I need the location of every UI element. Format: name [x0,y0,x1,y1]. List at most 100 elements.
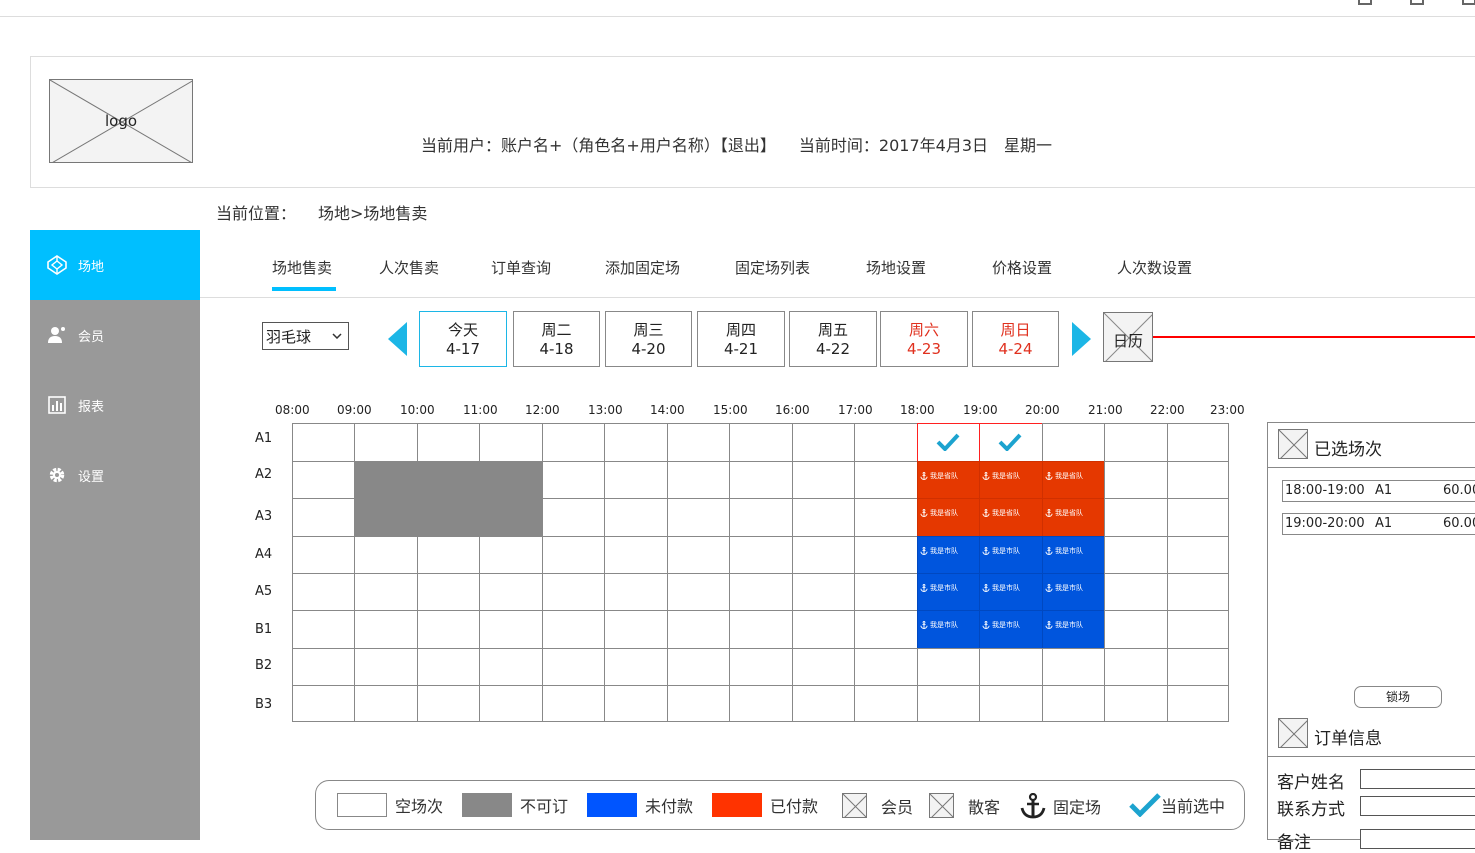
court-slot[interactable] [1042,685,1105,722]
court-slot[interactable] [417,685,480,722]
court-slot[interactable] [604,685,668,722]
court-slot[interactable] [542,498,605,537]
court-slot[interactable] [292,498,355,537]
court-slot[interactable]: 我是市队 [1042,610,1105,649]
court-slot[interactable] [729,685,793,722]
court-slot[interactable] [479,423,543,462]
court-slot[interactable] [729,610,793,649]
court-slot[interactable] [604,536,668,574]
court-slot[interactable] [479,685,543,722]
court-slot[interactable] [854,461,918,499]
court-slot[interactable] [479,536,543,574]
court-slot[interactable] [417,648,480,686]
court-slot[interactable] [792,536,855,574]
court-slot[interactable] [292,610,355,649]
court-slot[interactable] [792,498,855,537]
court-slot[interactable] [854,573,918,611]
court-slot[interactable]: 我是市队 [979,573,1043,611]
court-slot[interactable] [354,536,418,574]
court-slot[interactable] [917,648,980,686]
court-slot[interactable]: 我是市队 [917,536,980,574]
court-slot[interactable] [667,573,730,611]
selected-row[interactable]: 19:00-20:00 A1 60.00 [1282,513,1475,535]
court-slot[interactable]: 我是市队 [917,610,980,649]
court-slot[interactable] [1167,573,1229,611]
court-slot[interactable] [479,648,543,686]
court-slot[interactable] [604,423,668,462]
window-close-icon[interactable] [1462,0,1475,5]
court-slot[interactable] [1104,461,1168,499]
court-slot[interactable] [354,648,418,686]
court-slot[interactable] [1104,648,1168,686]
court-slot[interactable] [604,610,668,649]
court-slot[interactable] [417,423,480,462]
court-slot[interactable] [667,536,730,574]
court-slot[interactable] [417,573,480,611]
court-slot[interactable] [792,573,855,611]
court-slot[interactable] [1167,536,1229,574]
court-slot[interactable] [354,685,418,722]
court-slot[interactable] [854,610,918,649]
court-slot[interactable]: 我是市队 [917,573,980,611]
court-slot[interactable] [1167,685,1229,722]
court-slot[interactable] [792,610,855,649]
court-slot[interactable] [979,648,1043,686]
court-slot[interactable] [792,685,855,722]
court-slot[interactable] [1167,498,1229,537]
court-slot[interactable] [542,536,605,574]
court-slot[interactable] [792,461,855,499]
court-slot[interactable] [667,498,730,537]
court-slot[interactable] [854,685,918,722]
court-slot[interactable] [604,648,668,686]
court-slot[interactable] [604,461,668,499]
selected-row[interactable]: 18:00-19:00 A1 60.00 [1282,480,1475,502]
court-slot[interactable] [792,423,855,462]
court-slot[interactable] [1167,648,1229,686]
court-slot[interactable] [1042,423,1105,462]
court-slot[interactable] [1104,423,1168,462]
court-slot[interactable] [604,573,668,611]
court-slot[interactable] [1167,610,1229,649]
court-slot[interactable]: 我是省队 [1042,498,1105,537]
court-slot[interactable]: 我是市队 [1042,536,1105,574]
court-slot[interactable] [417,536,480,574]
court-slot[interactable] [1104,536,1168,574]
window-restore-icon[interactable] [1358,0,1372,5]
court-slot[interactable]: 我是市队 [1042,573,1105,611]
court-slot[interactable] [979,685,1043,722]
court-slot[interactable] [667,610,730,649]
court-slot[interactable] [854,423,918,462]
court-slot[interactable] [542,423,605,462]
court-slot[interactable] [292,423,355,462]
court-slot[interactable]: 我是市队 [979,610,1043,649]
court-slot[interactable] [854,498,918,537]
court-slot[interactable] [729,423,793,462]
court-slot[interactable] [667,461,730,499]
court-slot[interactable] [354,423,418,462]
court-slot[interactable] [729,461,793,499]
court-slot[interactable] [542,685,605,722]
court-slot[interactable] [292,573,355,611]
customer-name-input[interactable] [1360,769,1475,789]
court-slot[interactable]: 我是省队 [1042,461,1105,499]
lock-court-button[interactable]: 锁场 [1354,686,1442,708]
court-slot[interactable] [792,648,855,686]
court-slot[interactable] [1104,685,1168,722]
court-slot[interactable] [729,648,793,686]
court-slot[interactable] [292,536,355,574]
court-slot[interactable] [604,498,668,537]
court-slot[interactable] [542,461,605,499]
court-slot[interactable] [667,648,730,686]
court-slot[interactable] [542,573,605,611]
court-slot[interactable] [979,423,1043,462]
court-slot[interactable] [479,610,543,649]
court-slot[interactable] [854,648,918,686]
court-slot[interactable]: 我是省队 [979,498,1043,537]
court-slot[interactable]: 我是市队 [979,536,1043,574]
court-slot[interactable] [1104,573,1168,611]
court-slot[interactable] [542,610,605,649]
court-slot[interactable] [354,610,418,649]
court-slot[interactable] [292,461,355,499]
court-slot[interactable] [542,648,605,686]
court-slot[interactable] [479,573,543,611]
